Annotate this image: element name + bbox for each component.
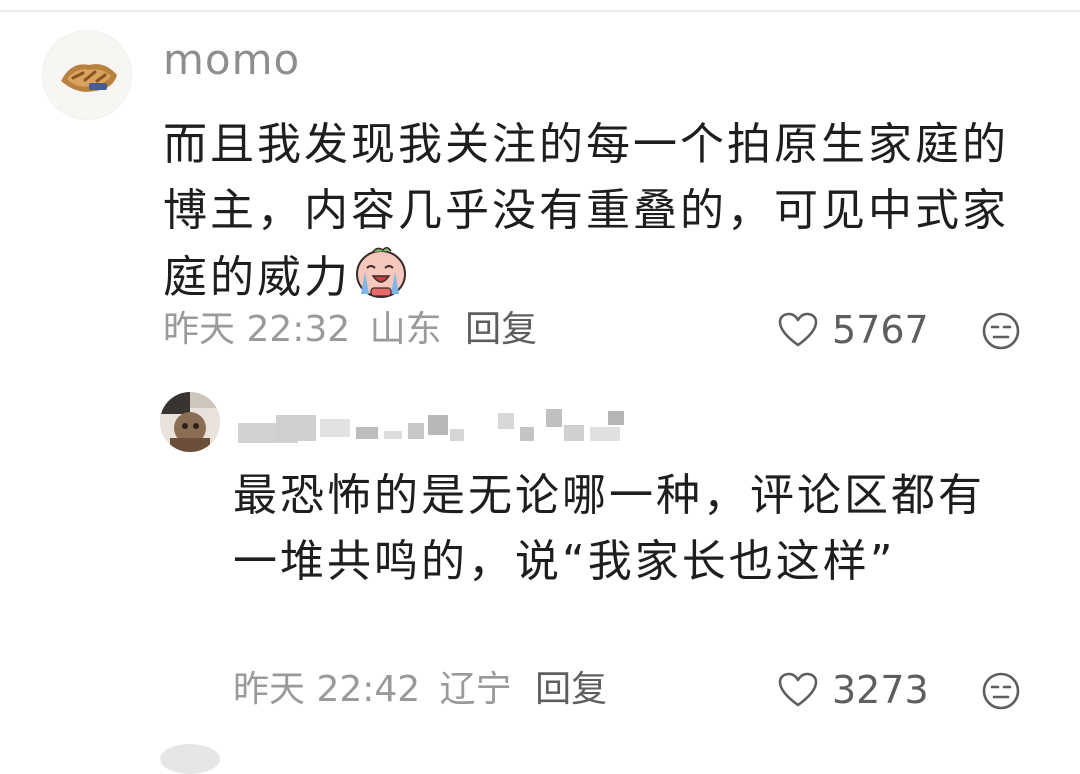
like-button[interactable]: 3273 bbox=[778, 668, 929, 712]
like-button[interactable]: 5767 bbox=[778, 308, 929, 352]
neutral-face-icon[interactable] bbox=[981, 671, 1021, 711]
like-count: 5767 bbox=[832, 308, 929, 352]
reply-button[interactable]: 回复 bbox=[465, 309, 537, 350]
crying-laughing-sticker-icon bbox=[356, 247, 406, 298]
blurred-username[interactable] bbox=[238, 405, 638, 445]
reply-meta: 昨天 22:42 辽宁 回复 bbox=[233, 668, 615, 712]
avatar-pastry-image bbox=[43, 31, 131, 119]
avatar[interactable] bbox=[42, 30, 132, 120]
username[interactable]: momo bbox=[163, 34, 300, 86]
avatar-blurred-image bbox=[160, 392, 220, 452]
comment-text: 而且我发现我关注的每一个拍原生家庭的博主，内容几乎没有重叠的，可见中式家庭的威力 bbox=[163, 112, 1043, 311]
heart-icon bbox=[778, 672, 818, 707]
reply-text: 最恐怖的是无论哪一种，评论区都有一堆共鸣的，说“我家长也这样” bbox=[233, 470, 985, 587]
comment-meta: 昨天 22:32 山东 回复 bbox=[163, 308, 545, 352]
like-count: 3273 bbox=[832, 668, 929, 712]
avatar[interactable] bbox=[160, 392, 220, 452]
comment-location: 山东 bbox=[369, 309, 442, 350]
comment-time: 昨天 22:32 bbox=[163, 309, 351, 350]
next-comment-avatar bbox=[160, 744, 220, 774]
top-divider bbox=[0, 10, 1080, 12]
comment-body: 而且我发现我关注的每一个拍原生家庭的博主，内容几乎没有重叠的，可见中式家庭的威力 bbox=[163, 119, 1009, 303]
neutral-face-icon[interactable] bbox=[981, 311, 1021, 351]
reply-location: 辽宁 bbox=[439, 669, 512, 710]
reply-time: 昨天 22:42 bbox=[233, 669, 421, 710]
heart-icon bbox=[778, 312, 818, 347]
reply-button[interactable]: 回复 bbox=[535, 669, 607, 710]
